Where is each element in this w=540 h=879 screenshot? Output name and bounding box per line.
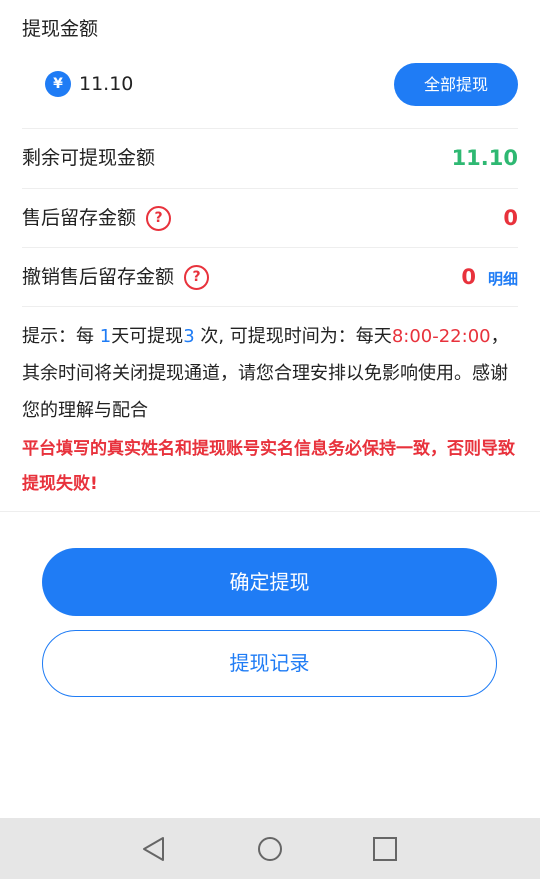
question-circle-icon[interactable]: ? bbox=[146, 205, 172, 231]
withdraw-record-button[interactable]: 提现记录 bbox=[42, 630, 497, 697]
cancel-after-sale-retained-value: 0 bbox=[461, 265, 476, 289]
system-nav-bar bbox=[0, 818, 540, 879]
amount-input[interactable]: 11.10 bbox=[79, 71, 133, 97]
remaining-amount-label: 剩余可提现金额 bbox=[22, 147, 156, 169]
withdraw-all-button[interactable]: 全部提现 bbox=[394, 63, 518, 106]
confirm-withdraw-button[interactable]: 确定提现 bbox=[42, 548, 497, 616]
remaining-amount-value: 11.10 bbox=[451, 146, 518, 170]
after-sale-retained-row: 售后留存金额 ? 0 bbox=[22, 189, 518, 247]
recents-icon[interactable] bbox=[371, 835, 399, 863]
remaining-amount-row: 剩余可提现金额 11.10 bbox=[22, 129, 518, 187]
withdraw-page: 提现金额 ¥ 11.10 全部提现 剩余可提现金额 11.10 售后留存金额 ?… bbox=[0, 0, 540, 879]
divider bbox=[0, 511, 540, 512]
after-sale-retained-label: 售后留存金额 ? bbox=[22, 189, 172, 247]
divider bbox=[22, 306, 518, 307]
home-icon[interactable] bbox=[256, 835, 284, 863]
amount-row: ¥ 11.10 全部提现 bbox=[0, 58, 540, 112]
question-circle-icon[interactable]: ? bbox=[184, 264, 210, 290]
back-icon[interactable] bbox=[140, 835, 168, 863]
section-title: 提现金额 bbox=[22, 18, 99, 40]
yen-icon: ¥ bbox=[45, 71, 71, 97]
cancel-after-sale-value-group: 0 明细 bbox=[461, 248, 518, 308]
cancel-after-sale-retained-row: 撤销售后留存金额 ? 0 明细 bbox=[22, 248, 518, 306]
warning-text: 平台填写的真实姓名和提现账号实名信息务必保持一致，否则导致提现失败! bbox=[22, 439, 515, 494]
detail-link[interactable]: 明细 bbox=[488, 270, 518, 288]
cancel-after-sale-retained-label: 撤销售后留存金额 ? bbox=[22, 248, 210, 306]
withdraw-notice: 提示：每 1天可提现3 次, 可提现时间为：每天8:00-22:00，其余时间将… bbox=[22, 326, 509, 421]
after-sale-retained-value: 0 bbox=[503, 206, 518, 230]
